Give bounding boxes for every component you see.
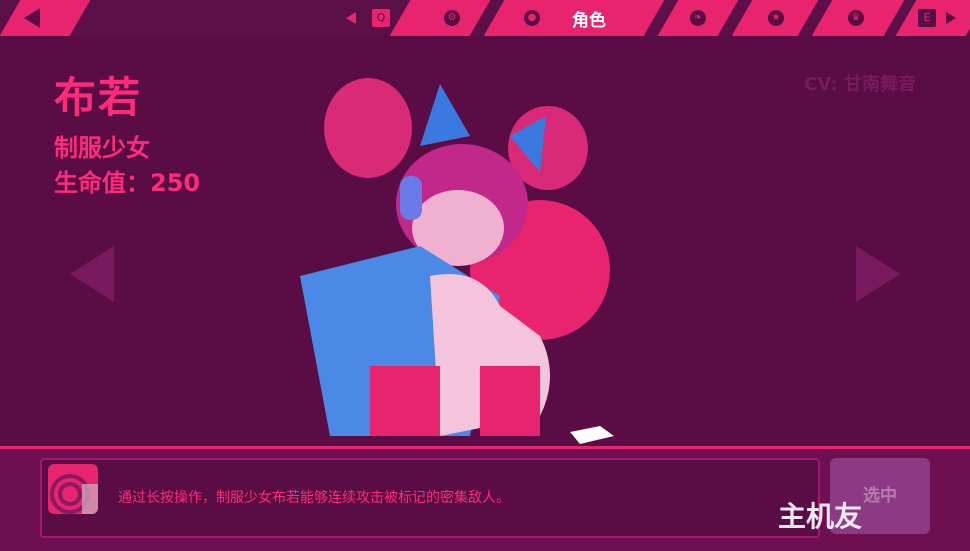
next-character-button[interactable]: [856, 246, 900, 302]
back-arrow-icon: [24, 8, 40, 28]
character-title: 制服少女: [54, 134, 150, 162]
star-icon: ★: [768, 10, 784, 26]
gear-icon: ⚙: [444, 10, 460, 26]
hair-bun-left: [324, 78, 412, 178]
character-portrait: [300, 78, 614, 444]
person-icon: ●: [524, 10, 540, 26]
headphone-icon: [400, 176, 422, 220]
leg-warmer-left: [370, 366, 440, 436]
spiral-icon: [50, 474, 98, 514]
leg-warmer-right: [480, 366, 540, 436]
voice-actor: CV: 甘南舞音: [804, 74, 916, 95]
skill-icon: [48, 464, 98, 514]
trophy-icon: ♛: [848, 10, 864, 26]
watermark: 主机友: [778, 500, 863, 533]
prev-key-icon: Q: [372, 9, 390, 27]
next-arrow-icon[interactable]: [944, 10, 958, 26]
character-hp: 生命值：250: [54, 169, 201, 197]
tab-settings[interactable]: [389, 0, 491, 36]
back-button[interactable]: [0, 0, 64, 36]
prev-character-button[interactable]: [70, 246, 114, 302]
tab-character-label: 角色: [572, 11, 606, 31]
next-key-icon: E: [918, 9, 936, 27]
shoe: [570, 426, 614, 444]
skill-description: 通过长按操作，制服少女布若能够连续攻击被标记的密集敌人。: [118, 490, 510, 506]
character-stage: [0, 36, 970, 446]
top-nav-bar: Q ⚙ ● 角色 ❧ ★ ♛ E: [0, 0, 970, 36]
cat-ear-left-icon: [420, 84, 470, 146]
character-name: 布若: [54, 73, 143, 122]
prev-arrow-icon[interactable]: [344, 10, 358, 26]
leaf-icon: ❧: [690, 10, 706, 26]
